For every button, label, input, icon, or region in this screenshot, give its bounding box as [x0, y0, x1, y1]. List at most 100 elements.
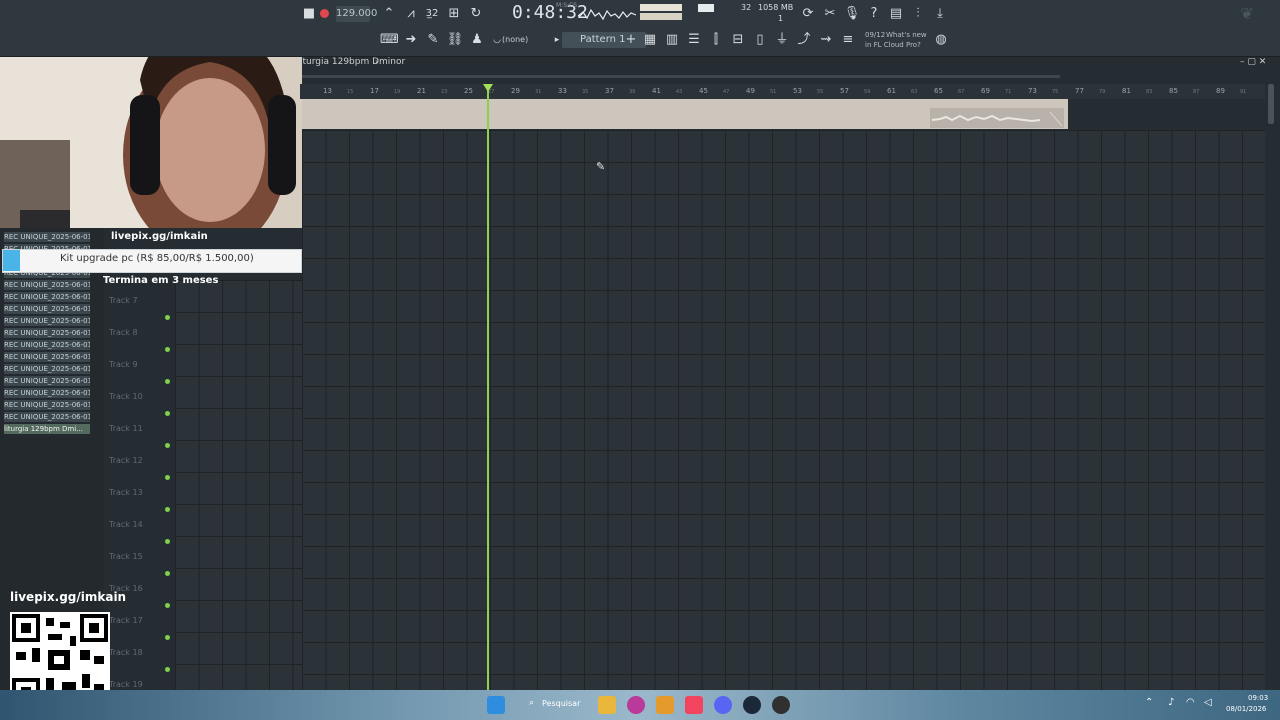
tray-mic-icon[interactable]: ♪: [1168, 697, 1174, 708]
globe-icon[interactable]: ◍: [932, 31, 950, 49]
track-name: Track 19: [109, 680, 143, 689]
track-header[interactable]: Track 17: [105, 608, 175, 640]
fl-studio-icon[interactable]: [656, 696, 674, 714]
mixer-view-icon[interactable]: ⫿: [707, 31, 725, 49]
opera-icon[interactable]: [627, 696, 645, 714]
tray-wifi-icon[interactable]: ◠: [1186, 697, 1195, 708]
browser-item[interactable]: REC UNIQUE_2025-06-01: [4, 400, 90, 410]
track-name: Track 9: [109, 360, 138, 369]
playlist-icon[interactable]: ▦: [641, 31, 659, 49]
track-name: Track 11: [109, 424, 143, 433]
cut-icon[interactable]: ✂: [821, 5, 839, 23]
music-app-icon[interactable]: [685, 696, 703, 714]
discord-icon[interactable]: [714, 696, 732, 714]
track-header[interactable]: Track 11: [105, 416, 175, 448]
oscilloscope-display: [578, 8, 636, 21]
file-explorer-icon[interactable]: [598, 696, 616, 714]
taskbar-search[interactable]: Pesquisar: [542, 699, 580, 708]
browser-item[interactable]: REC UNIQUE_2025-06-01: [4, 412, 90, 422]
download-icon[interactable]: ⤓: [931, 5, 949, 23]
playhead-marker-icon[interactable]: [483, 84, 493, 92]
loop-record-icon[interactable]: ↻: [467, 5, 485, 23]
step-edit-icon[interactable]: ⊞: [445, 5, 463, 23]
playlist-title-arrow-icon[interactable]: ›: [375, 57, 378, 66]
browser-item[interactable]: REC UNIQUE_2025-06-01: [4, 280, 90, 290]
render-icon[interactable]: ⇝: [817, 31, 835, 49]
channel-rack-icon[interactable]: ☰: [685, 31, 703, 49]
help-icon[interactable]: ?: [865, 5, 883, 23]
browser-view-icon[interactable]: ⊟: [729, 31, 747, 49]
search-icon[interactable]: ⌕: [529, 698, 534, 708]
snap-selector[interactable]: (none): [502, 35, 528, 44]
browser-item[interactable]: REC UNIQUE_2025-06-01: [4, 352, 90, 362]
tray-chevron-icon[interactable]: ⌃: [1145, 697, 1153, 708]
track-header[interactable]: Track 18: [105, 640, 175, 672]
browser-item[interactable]: REC UNIQUE_2025-06-01: [4, 364, 90, 374]
metronome-icon[interactable]: ⌃: [380, 5, 398, 23]
horizontal-scrollbar[interactable]: [302, 75, 1060, 78]
track-header[interactable]: Track 14: [105, 512, 175, 544]
fl-logo-icon: ❦: [1240, 4, 1254, 23]
track-header[interactable]: Track 8: [105, 320, 175, 352]
steam-icon[interactable]: [743, 696, 761, 714]
news-icon[interactable]: ≡: [839, 31, 857, 49]
ruler-tick-minor: 51: [770, 89, 777, 95]
playhead-line[interactable]: [487, 84, 489, 690]
browser-item-selected[interactable]: liturgia 129bpm Dmi...: [4, 424, 90, 434]
browser-item[interactable]: REC UNIQUE_2025-06-01: [4, 316, 90, 326]
news-headline-2[interactable]: in FL Cloud Pro?: [865, 41, 921, 49]
tempo-display[interactable]: 129.000: [336, 6, 377, 22]
ruler-tick-major: 81: [1122, 87, 1131, 95]
stamp-icon[interactable]: ♟: [468, 31, 486, 49]
microphone-icon[interactable]: 🎙: [843, 5, 861, 23]
track-name: Track 10: [109, 392, 143, 401]
record-button[interactable]: [320, 9, 329, 18]
tempo-tap-icon[interactable]: ⤴: [795, 31, 813, 49]
ruler-tick-major: 17: [370, 87, 379, 95]
qr-url: livepix.gg/imkain: [10, 590, 127, 604]
track-header[interactable]: Track 12: [105, 448, 175, 480]
taskbar-clock-date[interactable]: 08/01/2026: [1226, 705, 1266, 713]
browser-item[interactable]: REC UNIQUE_2025-06-01: [4, 376, 90, 386]
track-header[interactable]: Track 13: [105, 480, 175, 512]
browser-item[interactable]: REC UNIQUE_2025-06-01: [4, 340, 90, 350]
track-header[interactable]: Track 15: [105, 544, 175, 576]
clipboard-icon[interactable]: ▯: [751, 31, 769, 49]
vertical-scrollbar[interactable]: [1268, 84, 1274, 124]
obs-icon[interactable]: [772, 696, 790, 714]
taskbar-clock-time[interactable]: 09:03: [1248, 694, 1268, 702]
countdown-icon[interactable]: 3̲2: [423, 5, 441, 23]
track-header[interactable]: Track 9: [105, 352, 175, 384]
ruler-tick-major: 25: [464, 87, 473, 95]
playlist-title: iturgia 129bpm Dminor: [300, 57, 406, 67]
mixer-icon[interactable]: ⫶: [909, 5, 927, 23]
typing-keyboard-icon[interactable]: ⌨: [380, 31, 399, 49]
browser-item[interactable]: REC UNIQUE_2025-06-01: [4, 304, 90, 314]
ruler-tick-major: 37: [605, 87, 614, 95]
playlist-grid[interactable]: [302, 130, 1265, 690]
tray-volume-icon[interactable]: ◁: [1204, 697, 1212, 708]
link-icon[interactable]: ⛓: [446, 31, 464, 49]
audio-clip-tail[interactable]: [930, 108, 1064, 128]
track-header[interactable]: Track 7: [105, 288, 175, 320]
browser-item[interactable]: REC UNIQUE_2025-06-01: [4, 388, 90, 398]
ruler-tick-major: 89: [1216, 87, 1225, 95]
windows-start-icon[interactable]: [487, 696, 505, 714]
stop-icon[interactable]: ■: [300, 5, 318, 23]
save-icon[interactable]: ▤: [887, 5, 905, 23]
add-pattern-icon[interactable]: +: [622, 31, 640, 49]
undo-history-icon[interactable]: ⟳: [799, 5, 817, 23]
plugin-icon[interactable]: ⏚: [773, 31, 791, 49]
track-header[interactable]: Track 10: [105, 384, 175, 416]
brush-icon[interactable]: ✎: [424, 31, 442, 49]
piano-roll-icon[interactable]: ▥: [663, 31, 681, 49]
browser-item[interactable]: REC UNIQUE_2025-06-01: [4, 328, 90, 338]
ruler-tick-major: 53: [793, 87, 802, 95]
browser-item[interactable]: REC UNIQUE_2025-06-01: [4, 292, 90, 302]
ruler-tick-major: 45: [699, 87, 708, 95]
window-controls[interactable]: – ▢ ✕: [1240, 57, 1266, 67]
browser-item[interactable]: REC UNIQUE_2025-06-01: [4, 232, 90, 242]
track-grid-left[interactable]: [175, 280, 302, 690]
play-arrow-icon[interactable]: ➜: [402, 31, 420, 49]
wait-input-icon[interactable]: ⩘: [402, 5, 420, 23]
